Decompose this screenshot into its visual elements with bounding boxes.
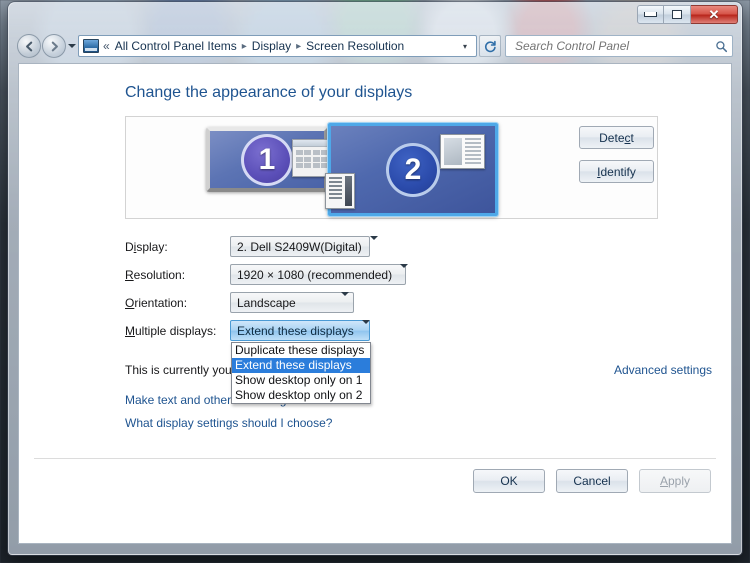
- search-box[interactable]: [505, 35, 733, 57]
- maximize-button[interactable]: [664, 5, 691, 24]
- multiple-displays-row: Multiple displays: Extend these displays: [125, 319, 370, 341]
- what-display-settings-link[interactable]: What display settings should I choose?: [125, 416, 332, 430]
- identify-button[interactable]: Identify: [579, 160, 654, 183]
- breadcrumb-separator-1[interactable]: ▸: [239, 41, 250, 52]
- dropdown-option-show-only-2[interactable]: Show desktop only on 2: [232, 388, 370, 403]
- popup-side-glyph: [345, 176, 352, 206]
- close-icon: ✕: [708, 7, 720, 22]
- refresh-icon: [484, 40, 496, 53]
- maximize-icon: [672, 10, 682, 19]
- advanced-settings-link[interactable]: Advanced settings: [614, 363, 712, 377]
- resolution-select-value: 1920 × 1080 (recommended): [237, 267, 393, 282]
- back-arrow-icon: [25, 41, 32, 51]
- dropdown-option-show-only-1[interactable]: Show desktop only on 1: [232, 373, 370, 388]
- footer-separator: [34, 458, 716, 459]
- keypad-glyph: [293, 147, 331, 171]
- dialog-buttons: OK Cancel Apply: [473, 469, 711, 493]
- close-button[interactable]: ✕: [691, 5, 738, 24]
- dropdown-option-extend[interactable]: Extend these displays: [232, 358, 370, 373]
- back-button[interactable]: [17, 34, 41, 58]
- window-title-bar[interactable]: ✕: [9, 3, 741, 29]
- control-panel-icon: [83, 39, 99, 53]
- navigation-bar: « All Control Panel Items ▸ Display ▸ Sc…: [17, 33, 733, 59]
- display-2-window-icon: [440, 134, 485, 169]
- recent-pages-button[interactable]: [66, 34, 78, 58]
- cancel-button[interactable]: Cancel: [556, 469, 628, 493]
- orientation-label: Orientation:: [125, 296, 230, 310]
- window-titlebar-glyph: [293, 140, 331, 147]
- resolution-row: Resolution: 1920 × 1080 (recommended): [125, 263, 409, 285]
- resolution-label-accel: R: [125, 267, 134, 282]
- multiple-displays-label-post: ultiple displays:: [135, 323, 217, 338]
- display-2-number: 2: [386, 142, 440, 197]
- detect-label-post: t: [630, 130, 634, 145]
- display-2-popup-icon: [325, 173, 355, 209]
- resolution-label: Resolution:: [125, 268, 230, 282]
- multiple-displays-label: Multiple displays:: [125, 324, 230, 338]
- chevron-down-icon: [68, 44, 76, 48]
- search-icon: [716, 40, 728, 52]
- display-label: Display:: [125, 240, 230, 254]
- ok-button[interactable]: OK: [473, 469, 545, 493]
- detect-label-pre: Dete: [599, 130, 625, 145]
- popup-lines-glyph: [329, 177, 342, 205]
- display-row: Display: 2. Dell S2409W(Digital): [125, 235, 378, 257]
- orientation-label-accel: O: [125, 295, 135, 310]
- apply-button: Apply: [639, 469, 711, 493]
- display-select[interactable]: 2. Dell S2409W(Digital): [230, 235, 378, 257]
- forward-arrow-icon: [51, 41, 58, 51]
- display-select-value: 2. Dell S2409W(Digital): [237, 239, 362, 254]
- multiple-displays-select[interactable]: Extend these displays: [230, 319, 370, 341]
- page-content: Change the appearance of your displays 1…: [18, 63, 732, 544]
- display-1-window-icon: [292, 139, 332, 177]
- window-controls: ✕: [637, 5, 738, 24]
- page-title: Change the appearance of your displays: [125, 84, 413, 101]
- resolution-select[interactable]: 1920 × 1080 (recommended): [230, 263, 409, 285]
- multiple-displays-dropdown-list[interactable]: Duplicate these displays Extend these di…: [231, 342, 371, 404]
- breadcrumb-item-all-control-panel-items[interactable]: All Control Panel Items: [113, 39, 239, 53]
- display-action-buttons: Dete c t Identify: [579, 126, 654, 183]
- display-label-post: splay:: [136, 239, 168, 254]
- display-1-number: 1: [241, 133, 293, 186]
- refresh-button[interactable]: [479, 35, 501, 57]
- orientation-select[interactable]: Landscape: [230, 291, 354, 313]
- minimize-button[interactable]: [637, 5, 664, 24]
- display-1-thumbnail[interactable]: 1: [206, 127, 332, 192]
- display-2-thumbnail[interactable]: 2: [325, 123, 498, 216]
- window-pane-glyph: [444, 138, 462, 165]
- identify-label-post: dentify: [600, 164, 636, 179]
- orientation-label-post: rientation:: [134, 295, 188, 310]
- breadcrumb-overflow[interactable]: «: [102, 39, 113, 53]
- chevron-down-icon: [341, 291, 349, 310]
- chevron-down-icon: [369, 235, 378, 254]
- apply-label-post: pply: [668, 474, 691, 488]
- breadcrumb-item-screen-resolution[interactable]: Screen Resolution: [304, 39, 406, 53]
- detect-button[interactable]: Dete c t: [579, 126, 654, 149]
- multiple-displays-select-value: Extend these displays: [237, 323, 354, 338]
- display-label-pre: D: [125, 239, 134, 254]
- screen-resolution-window: ✕ « All Control Panel Items ▸ Display ▸ …: [8, 2, 742, 555]
- resolution-label-post: esolution:: [133, 267, 186, 282]
- breadcrumb-separator-2[interactable]: ▸: [293, 41, 304, 52]
- orientation-row: Orientation: Landscape: [125, 291, 354, 313]
- multiple-displays-label-accel: M: [125, 323, 135, 338]
- orientation-select-value: Landscape: [237, 295, 296, 310]
- chevron-down-icon: [361, 319, 370, 338]
- window-lines-glyph: [464, 138, 481, 165]
- search-input[interactable]: [513, 38, 715, 54]
- dropdown-option-duplicate[interactable]: Duplicate these displays: [232, 343, 370, 358]
- minimize-icon: [644, 12, 657, 17]
- chevron-down-icon: [400, 263, 409, 282]
- breadcrumb-dropdown-button[interactable]: ▾: [457, 42, 473, 51]
- forward-button[interactable]: [42, 34, 66, 58]
- address-bar[interactable]: « All Control Panel Items ▸ Display ▸ Sc…: [78, 35, 477, 57]
- apply-accel: A: [659, 474, 668, 488]
- breadcrumb-item-display[interactable]: Display: [250, 39, 293, 53]
